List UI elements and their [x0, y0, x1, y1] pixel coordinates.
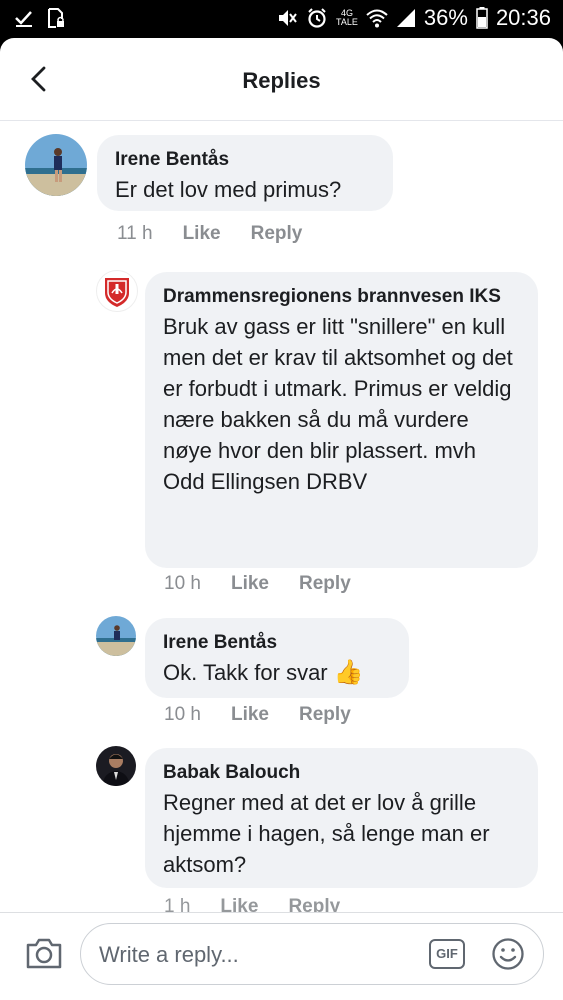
like-button[interactable]: Like — [231, 704, 269, 726]
clock: 20:36 — [495, 5, 551, 30]
gif-button[interactable]: GIF — [429, 939, 465, 969]
avatar[interactable] — [96, 616, 136, 656]
thumbs-up-emoji: 👍 — [333, 659, 364, 686]
avatar[interactable] — [96, 746, 136, 786]
status-bar: 4G TALE 36% 20:36 — [0, 0, 563, 38]
avatar[interactable] — [25, 134, 87, 196]
comment-author[interactable]: Babak Balouch — [163, 760, 520, 785]
status-left-icons — [14, 7, 66, 29]
status-right-icons: 4G TALE 36% 20:36 — [276, 5, 551, 31]
comment-actions: 10 h Like Reply — [164, 704, 381, 726]
profile-photo-icon — [25, 134, 87, 196]
battery-percent: 36% — [423, 5, 468, 30]
comment-author[interactable]: Irene Bentås — [163, 630, 391, 655]
battery-icon — [476, 7, 488, 29]
comment-actions: 11 h Like Reply — [117, 223, 332, 245]
comment-actions: 10 h Like Reply — [164, 573, 381, 595]
smiley-icon[interactable] — [491, 937, 525, 971]
profile-photo-icon — [96, 616, 136, 656]
comment-bubble: Drammensregionens brannvesen IKS Bruk av… — [145, 272, 538, 568]
fire-department-logo-icon — [105, 278, 129, 307]
comment-author[interactable]: Irene Bentås — [115, 147, 375, 172]
signal-icon — [396, 9, 415, 27]
comment-text: Regner med at det er lov å grille hjemme… — [163, 790, 490, 877]
comment-text: Bruk av gass er litt "snillere" en kull … — [163, 314, 513, 494]
comment-time: 10 h — [164, 704, 201, 725]
comment-bubble: Irene Bentås Ok. Takk for svar 👍 — [145, 618, 409, 698]
comment-time: 11 h — [117, 223, 153, 244]
reply-composer: GIF — [0, 912, 563, 1000]
comment-text: Ok. Takk for svar 👍 — [163, 657, 391, 688]
like-button[interactable]: Like — [231, 573, 269, 595]
comment-author[interactable]: Drammensregionens brannvesen IKS — [163, 284, 520, 309]
like-button[interactable]: Like — [183, 223, 221, 245]
comment-bubble: Irene Bentås Er det lov med primus? — [97, 135, 393, 211]
doc-lock-icon — [48, 8, 64, 28]
camera-icon[interactable] — [24, 935, 64, 971]
reply-button[interactable]: Reply — [299, 704, 351, 726]
reply-button[interactable]: Reply — [299, 573, 351, 595]
checkmark-icon — [15, 11, 32, 27]
replies-screen: Replies Irene Bentås Er det lov med prim… — [0, 38, 563, 1000]
wifi-icon — [366, 9, 388, 28]
comment-text: Er det lov med primus? — [115, 177, 342, 202]
comment-text-body: Ok. Takk for svar — [163, 660, 328, 685]
page-title: Replies — [242, 68, 321, 93]
comment-time: 10 h — [164, 573, 201, 594]
reply-button[interactable]: Reply — [251, 223, 303, 245]
network-type: 4G TALE — [336, 9, 358, 27]
header: Replies — [0, 38, 563, 121]
avatar[interactable] — [96, 270, 138, 312]
mute-icon — [279, 10, 297, 26]
profile-photo-icon — [96, 746, 136, 786]
alarm-icon — [308, 8, 326, 28]
comment-bubble: Babak Balouch Regner med at det er lov å… — [145, 748, 538, 888]
reply-input[interactable] — [97, 936, 411, 974]
volte-label: TALE — [336, 17, 358, 27]
reply-input-container[interactable]: GIF — [80, 923, 544, 985]
